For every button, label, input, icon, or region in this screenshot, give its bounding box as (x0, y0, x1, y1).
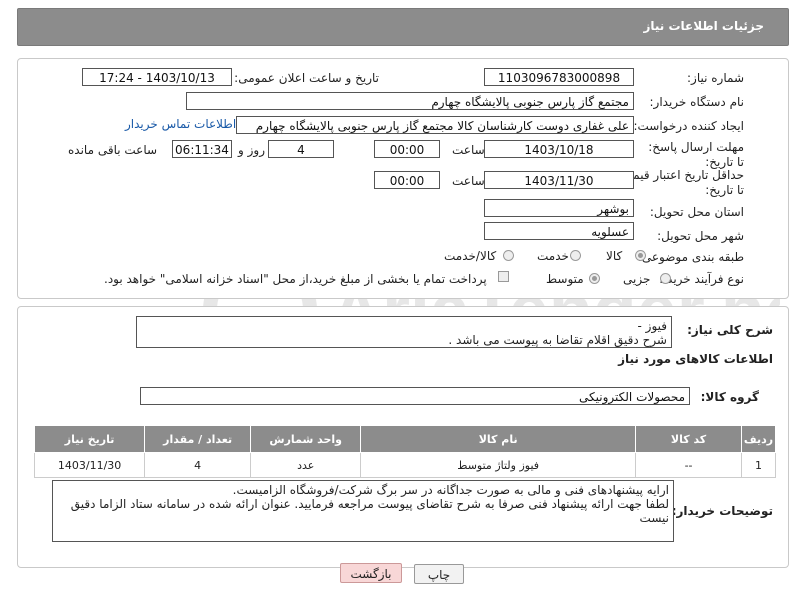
goods-group-field[interactable]: محصولات الکترونیکی (140, 387, 690, 405)
announce-label: تاریخ و ساعت اعلان عمومی: (234, 71, 379, 85)
buyer-notes-field[interactable]: ارایه پیشنهادهای فنی و مالی به صورت جداگ… (52, 480, 674, 542)
treasury-text: پرداخت تمام یا بخشی از مبلغ خرید،از محل … (104, 272, 487, 286)
province-label: استان محل تحویل: (649, 205, 744, 219)
category-radio-goods[interactable] (635, 250, 646, 261)
goods-section-title: اطلاعات کالاهای مورد نیاز (618, 352, 773, 366)
buyer-notes-line-2: لطفا جهت ارائه پیشنهاد فنی صرفا به شرح ت… (70, 497, 669, 525)
remaining-label: ساعت باقی مانده (68, 143, 158, 157)
buyer-notes-line-1: ارایه پیشنهادهای فنی و مالی به صورت جداگ… (232, 483, 669, 497)
cell-row: 1 (741, 452, 776, 478)
remaining-time-field[interactable]: 06:11:34 (172, 140, 232, 158)
goods-table-header: ردیف کد کالا نام کالا واحد شمارش تعداد /… (33, 425, 776, 453)
col-name: نام کالا (360, 425, 637, 453)
process-radio-partial[interactable] (660, 273, 671, 284)
page-header: جزئیات اطلاعات نیاز (17, 8, 789, 46)
price-valid-date-field[interactable]: 1403/11/30 (484, 171, 634, 189)
days-label: روز و (238, 143, 265, 157)
province-field[interactable]: بوشهر (484, 199, 634, 217)
cell-unit: عدد (250, 452, 362, 478)
treasury-checkbox[interactable] (498, 271, 509, 282)
process-radio-medium[interactable] (589, 273, 600, 284)
deadline-time-field[interactable]: 00:00 (374, 140, 440, 158)
category-label: طبقه بندی موضوعی: (637, 250, 744, 264)
cell-qty: 4 (144, 452, 252, 478)
table-row: 1 -- فیوز ولتاژ متوسط عدد 4 1403/11/30 (33, 452, 776, 478)
description-line-2: شرح دقیق اقلام تقاضا به پیوست می باشد . (448, 333, 667, 347)
deadline-time-label: ساعت (452, 143, 485, 157)
buyer-org-field[interactable]: مجتمع گاز پارس جنوبی پالایشگاه چهارم (186, 92, 634, 110)
buyer-notes-label: توضیحات خریدار: (671, 504, 773, 518)
category-option-goods-service: کالا/خدمت (444, 249, 497, 263)
buyer-contact-link[interactable]: اطلاعات تماس خریدار (125, 117, 236, 131)
process-option-medium: متوسط (546, 272, 584, 286)
need-number-label: شماره نیاز: (687, 71, 744, 85)
col-row: ردیف (741, 425, 776, 453)
need-number-field[interactable]: 1103096783000898 (484, 68, 634, 86)
category-radio-service[interactable] (570, 250, 581, 261)
price-valid-time-field[interactable]: 00:00 (374, 171, 440, 189)
deadline-date-field[interactable]: 1403/10/18 (484, 140, 634, 158)
category-radio-goods-service[interactable] (503, 250, 514, 261)
back-button[interactable]: بازگشت (340, 563, 402, 583)
cell-code: -- (635, 452, 743, 478)
city-field[interactable]: عسلویه (484, 222, 634, 240)
deadline-label: مهلت ارسال پاسخ: تا تاریخ: (648, 140, 744, 169)
process-option-partial: جزیی (623, 272, 651, 286)
cell-date: 1403/11/30 (33, 452, 146, 478)
description-line-1: فیوز - (637, 319, 668, 333)
col-qty: تعداد / مقدار (144, 425, 252, 453)
price-valid-time-label: ساعت (452, 174, 485, 188)
creator-field[interactable]: علی غفاری دوست کارشناسان کالا مجتمع گاز … (236, 116, 634, 134)
goods-group-label: گروه کالا: (700, 390, 759, 404)
buyer-org-label: نام دستگاه خریدار: (649, 95, 745, 109)
category-option-service: خدمت (537, 249, 569, 263)
days-field[interactable]: 4 (268, 140, 334, 158)
col-date: تاریخ نیاز (33, 425, 146, 453)
col-code: کد کالا (635, 425, 743, 453)
announce-field[interactable]: 1403/10/13 - 17:24 (82, 68, 232, 86)
description-label: شرح کلی نیاز: (687, 323, 773, 337)
creator-label: ایجاد کننده درخواست: (633, 119, 744, 133)
cell-name: فیوز ولتاژ متوسط (360, 452, 637, 478)
city-label: شهر محل تحویل: (657, 229, 744, 243)
description-field[interactable]: فیوز - شرح دقیق اقلام تقاضا به پیوست می … (136, 316, 672, 348)
category-option-goods: کالا (606, 249, 623, 263)
page-title: جزئیات اطلاعات نیاز (643, 19, 764, 33)
col-unit: واحد شمارش (250, 425, 362, 453)
print-button[interactable]: چاپ (414, 564, 464, 584)
process-label: نوع فرآیند خرید : (659, 272, 744, 286)
goods-table: ردیف کد کالا نام کالا واحد شمارش تعداد /… (33, 425, 776, 478)
